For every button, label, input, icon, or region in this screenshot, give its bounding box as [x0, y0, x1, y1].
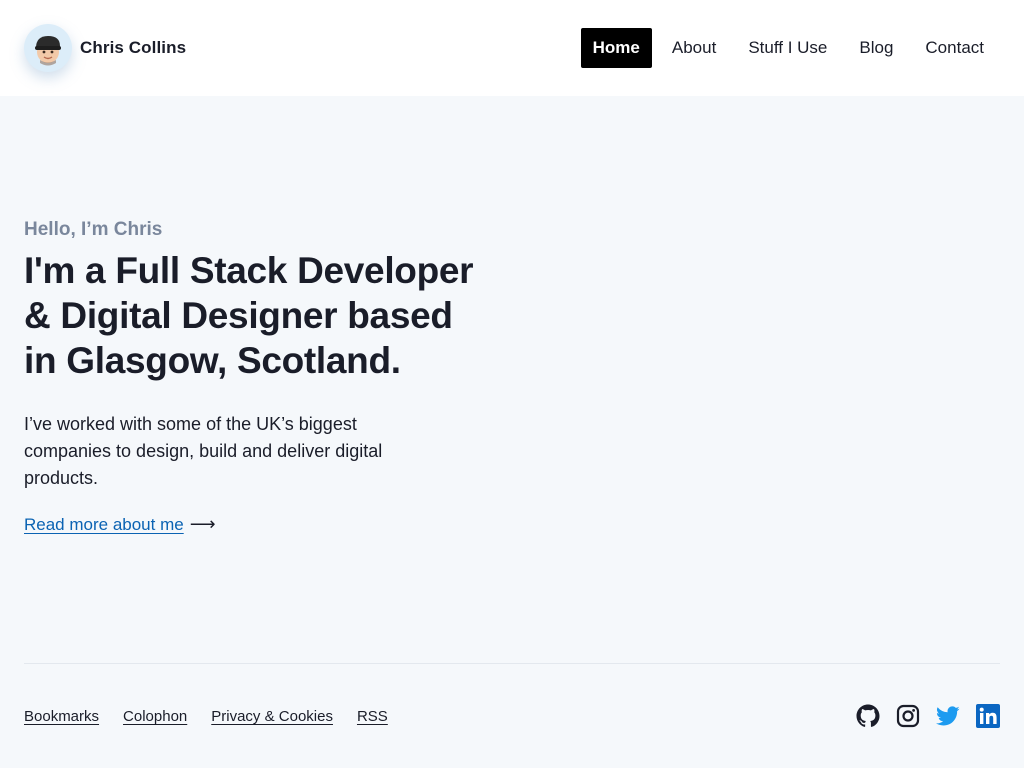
read-more: Read more about me ⟶ — [24, 514, 494, 535]
footer-link-rss[interactable]: RSS — [357, 708, 388, 725]
nav-blog[interactable]: Blog — [843, 28, 909, 68]
avatar — [24, 24, 72, 72]
nav-home[interactable]: Home — [580, 28, 652, 68]
brand-name: Chris Collins — [80, 38, 187, 57]
site-header: Chris Collins Home About Stuff I Use Blo… — [0, 0, 1024, 96]
memoji-avatar-icon — [35, 36, 61, 66]
hero-heading: I'm a Full Stack Developer & Digital Des… — [24, 250, 474, 381]
footer-links: Bookmarks Colophon Privacy & Cookies RSS — [24, 708, 388, 725]
site-footer: Bookmarks Colophon Privacy & Cookies RSS — [24, 663, 1000, 768]
github-icon[interactable] — [856, 704, 880, 728]
nav-about[interactable]: About — [656, 28, 732, 68]
nav-contact[interactable]: Contact — [909, 28, 1000, 68]
instagram-icon[interactable] — [896, 704, 920, 728]
hero-lede: I’ve worked with some of the UK’s bigges… — [24, 414, 383, 488]
arrow-right-icon: ⟶ — [189, 514, 216, 534]
hero-eyebrow: Hello, I’m Chris — [24, 219, 163, 240]
linkedin-icon[interactable] — [976, 704, 1000, 728]
hero-section: Hello, I’m Chris I'm a Full Stack Develo… — [24, 216, 494, 535]
twitter-icon[interactable] — [936, 704, 960, 728]
main-nav: Home About Stuff I Use Blog Contact — [580, 28, 1000, 68]
nav-stuff-i-use[interactable]: Stuff I Use — [732, 28, 843, 68]
footer-link-bookmarks[interactable]: Bookmarks — [24, 708, 99, 725]
footer-link-colophon[interactable]: Colophon — [123, 708, 187, 725]
brand-link[interactable]: Chris Collins — [24, 24, 186, 72]
footer-link-privacy[interactable]: Privacy & Cookies — [211, 708, 333, 725]
read-more-link[interactable]: Read more about me — [24, 515, 184, 535]
social-links — [856, 704, 1000, 728]
